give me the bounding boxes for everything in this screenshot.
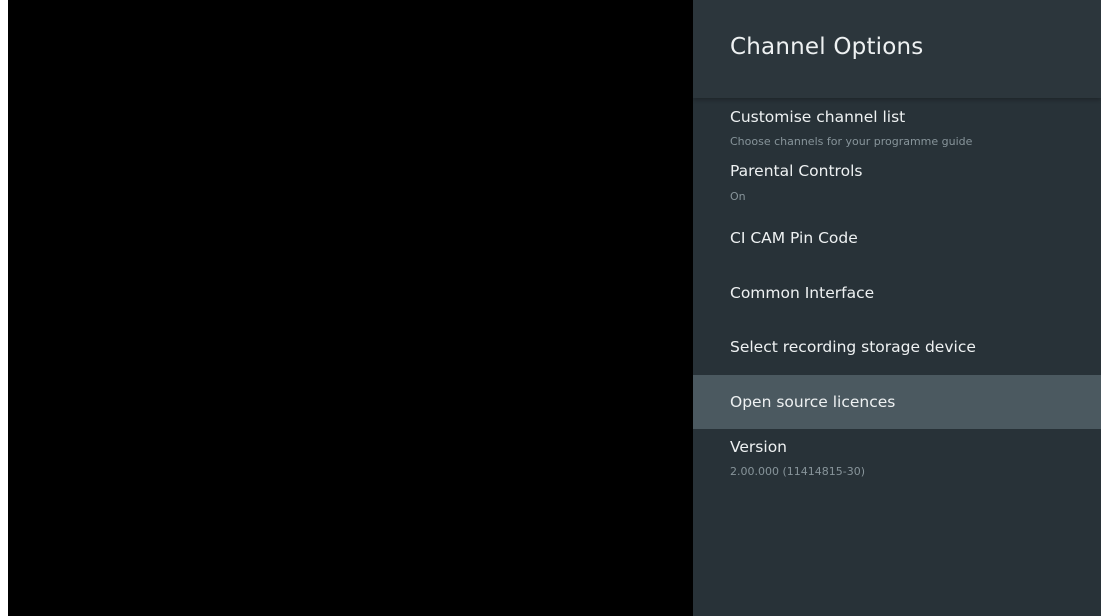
menu-item-subtitle: Choose channels for your programme guide	[730, 135, 973, 148]
menu-item-customise-channel-list[interactable]: Customise channel list Choose channels f…	[693, 98, 1101, 156]
menu-item-select-recording-storage-device[interactable]: Select recording storage device	[693, 326, 1101, 375]
version-number: 2.00.000 (11414815-30)	[730, 465, 866, 478]
menu-item-label: CI CAM Pin Code	[730, 229, 858, 247]
menu-item-parental-controls[interactable]: Parental Controls On	[693, 156, 1101, 216]
menu-item-label: Open source licences	[730, 393, 896, 411]
panel-header: Channel Options	[693, 0, 1101, 98]
menu-item-common-interface[interactable]: Common Interface	[693, 271, 1101, 326]
menu-item-label: Common Interface	[730, 284, 875, 302]
panel-title: Channel Options	[730, 34, 924, 60]
channel-options-panel: Channel Options Customise channel list C…	[693, 0, 1101, 616]
menu-item-ci-cam-pin-code[interactable]: CI CAM Pin Code	[693, 216, 1101, 271]
menu-item-version[interactable]: Version 2.00.000 (11414815-30)	[693, 429, 1101, 489]
menu-item-open-source-licences[interactable]: Open source licences	[693, 375, 1101, 429]
menu-item-label: Customise channel list	[730, 108, 906, 126]
menu-item-subtitle: On	[730, 190, 746, 203]
menu-item-label: Select recording storage device	[730, 338, 976, 356]
menu-item-label: Parental Controls	[730, 162, 863, 180]
menu-item-label: Version	[730, 438, 787, 456]
